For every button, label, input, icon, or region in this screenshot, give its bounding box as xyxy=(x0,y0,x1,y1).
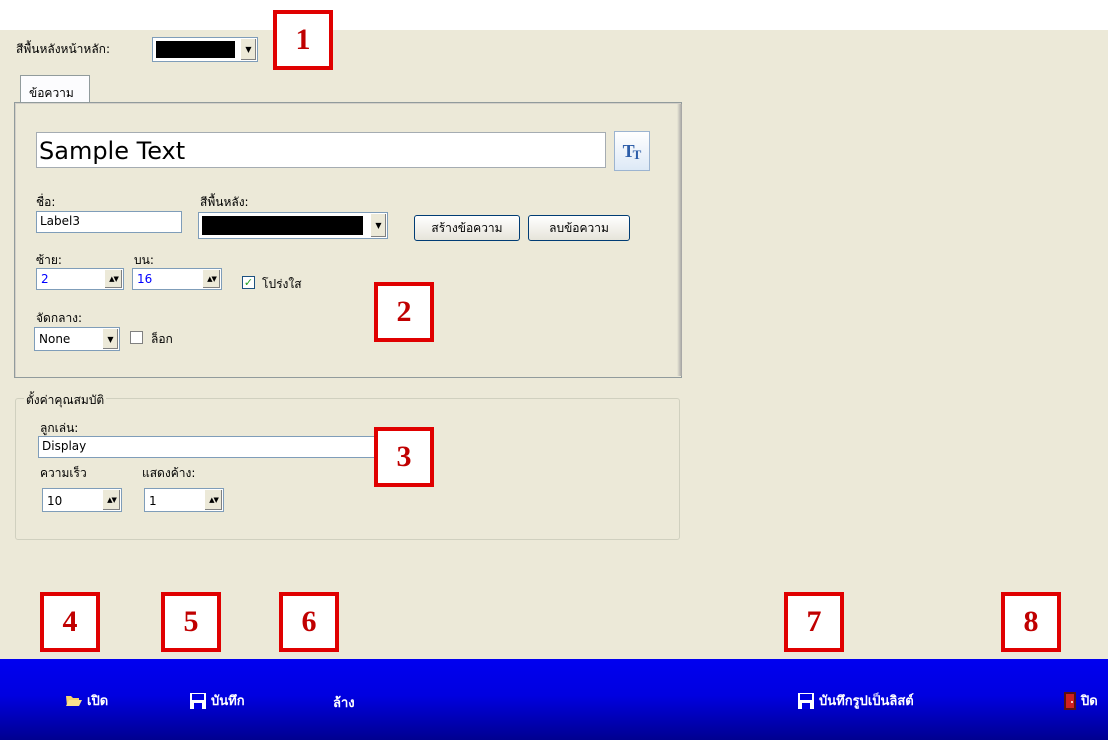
close-label: ปิด xyxy=(1081,694,1098,709)
spin-arrows-icon[interactable]: ▲▼ xyxy=(204,490,222,510)
save-button[interactable]: บันทึก xyxy=(190,690,245,711)
callout-2: 2 xyxy=(374,282,434,342)
tab-text[interactable]: ข้อความ xyxy=(20,75,90,103)
floppy-disk-icon xyxy=(798,692,814,709)
callout-1: 1 xyxy=(273,10,333,70)
floppy-disk-icon xyxy=(190,692,206,709)
center-select[interactable]: None ▼ xyxy=(34,327,120,351)
center-label: จัดกลาง: xyxy=(36,311,83,325)
callout-5: 5 xyxy=(161,592,221,652)
open-label: เปิด xyxy=(87,694,109,709)
settings-group xyxy=(15,398,680,540)
callout-4: 4 xyxy=(40,592,100,652)
top-value: 16 xyxy=(137,272,153,286)
close-button[interactable]: ปิด xyxy=(1064,690,1098,711)
tab-text-label: ข้อความ xyxy=(29,86,74,100)
main-bg-color-select[interactable]: ▼ xyxy=(152,37,258,62)
checkmark-icon: ✓ xyxy=(243,276,254,289)
color-swatch xyxy=(156,41,235,58)
font-icon[interactable]: TT xyxy=(614,131,650,171)
speed-label: ความเร็ว xyxy=(40,466,87,480)
save-label: บันทึก xyxy=(211,694,245,709)
left-spinner[interactable]: 2 ▲▼ xyxy=(36,268,124,290)
effect-input[interactable]: Display xyxy=(38,436,378,458)
chevron-down-icon[interactable]: ▼ xyxy=(102,329,118,349)
exit-door-icon xyxy=(1064,691,1076,710)
lock-label: ล็อก xyxy=(151,332,173,346)
settings-title: ตั้งค่าคุณสมบัติ xyxy=(24,391,107,410)
speed-value: 10 xyxy=(47,494,63,508)
save-list-button[interactable]: บันทึกรูปเป็นลิสต์ xyxy=(798,690,914,711)
create-text-button[interactable]: สร้างข้อความ xyxy=(414,215,520,241)
spin-arrows-icon[interactable]: ▲▼ xyxy=(102,490,120,510)
chevron-down-icon[interactable]: ▼ xyxy=(240,39,256,60)
delete-text-button[interactable]: ลบข้อความ xyxy=(528,215,630,241)
bg-color-label: สีพื้นหลัง: xyxy=(200,195,249,209)
transparent-label: โปร่งใส xyxy=(262,277,302,291)
hold-label: แสดงค้าง: xyxy=(142,466,196,480)
name-label: ชื่อ: xyxy=(36,195,56,209)
save-list-label: บันทึกรูปเป็นลิสต์ xyxy=(819,694,914,709)
bg-color-select[interactable]: ▼ xyxy=(198,212,388,239)
left-value: 2 xyxy=(41,272,49,286)
speed-spinner[interactable]: 10 ▲▼ xyxy=(42,488,122,512)
color-swatch xyxy=(202,216,363,235)
callout-8: 8 xyxy=(1001,592,1061,652)
callout-3: 3 xyxy=(374,427,434,487)
hold-value: 1 xyxy=(149,494,157,508)
sample-text-input[interactable]: Sample Text xyxy=(36,132,606,168)
transparent-checkbox[interactable]: ✓ xyxy=(242,276,255,289)
spin-arrows-icon[interactable]: ▲▼ xyxy=(104,270,122,288)
callout-6: 6 xyxy=(279,592,339,652)
top-spinner[interactable]: 16 ▲▼ xyxy=(132,268,222,290)
lock-checkbox[interactable] xyxy=(130,331,143,344)
panel-shadow xyxy=(677,104,682,376)
spin-arrows-icon[interactable]: ▲▼ xyxy=(202,270,220,288)
top-white-strip xyxy=(0,0,1108,30)
clear-button[interactable]: ล้าง xyxy=(333,692,355,713)
center-value: None xyxy=(39,332,71,346)
main-bg-color-label: สีพื้นหลังหน้าหลัก: xyxy=(16,42,110,56)
folder-open-icon xyxy=(66,695,82,706)
callout-7: 7 xyxy=(784,592,844,652)
open-button[interactable]: เปิด xyxy=(66,690,108,711)
bottom-toolbar xyxy=(0,659,1108,740)
name-input[interactable]: Label3 xyxy=(36,211,182,233)
hold-spinner[interactable]: 1 ▲▼ xyxy=(144,488,224,512)
clear-label: ล้าง xyxy=(333,696,355,711)
chevron-down-icon[interactable]: ▼ xyxy=(370,214,386,237)
